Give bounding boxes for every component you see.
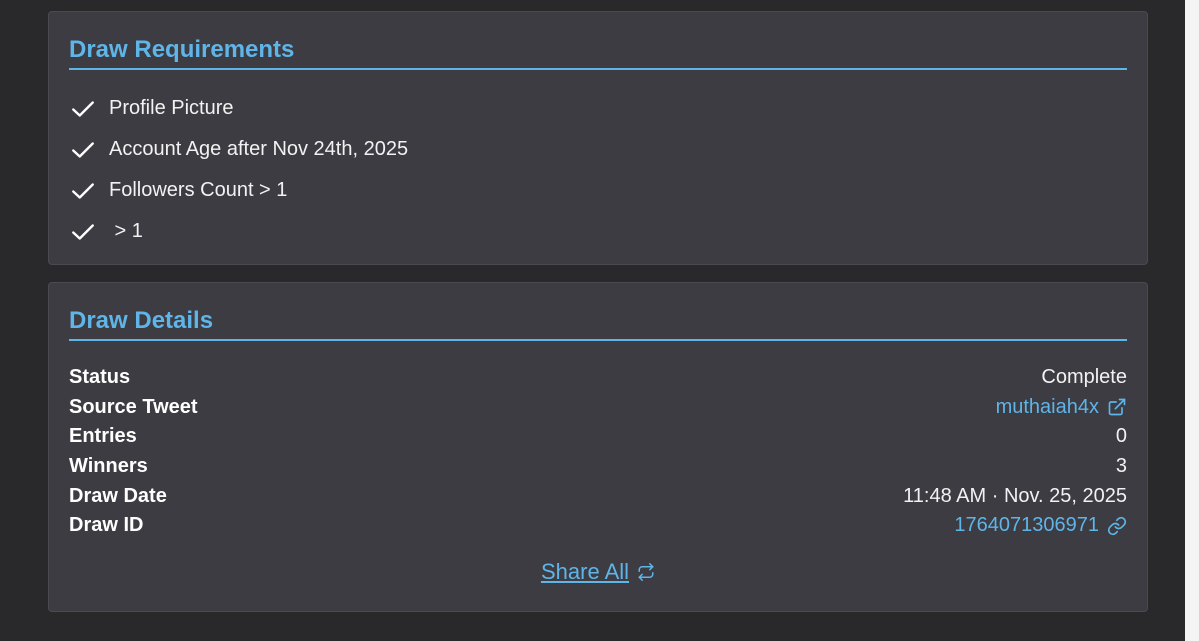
detail-row-winners: Winners 3 — [69, 452, 1127, 482]
source-tweet-text[interactable]: muthaiah4x — [996, 396, 1099, 419]
check-icon — [69, 95, 97, 123]
repeat-icon[interactable] — [637, 563, 655, 581]
check-icon — [69, 218, 97, 246]
requirements-divider — [69, 68, 1127, 70]
status-label: Status — [69, 366, 131, 389]
detail-row-draw-date: Draw Date 11:48 AM · Nov. 25, 2025 — [69, 481, 1127, 511]
check-icon — [69, 177, 97, 205]
draw-details-card: Draw Details Status Complete Source Twee… — [48, 282, 1148, 612]
winners-label: Winners — [69, 455, 148, 478]
link-icon[interactable] — [1107, 516, 1127, 536]
draw-id-label: Draw ID — [69, 514, 144, 537]
check-icon — [69, 136, 97, 164]
draw-id-text[interactable]: 1764071306971 — [954, 514, 1099, 537]
requirement-label: Followers Count > 1 — [109, 179, 288, 201]
page: Draw Requirements Profile Picture Accoun… — [0, 0, 1199, 641]
status-value: Complete — [1041, 366, 1127, 389]
entries-label: Entries — [69, 425, 137, 448]
detail-row-status: Status Complete — [69, 363, 1127, 393]
detail-row-entries: Entries 0 — [69, 422, 1127, 452]
requirement-item: Profile Picture — [69, 88, 408, 129]
draw-date-label: Draw Date — [69, 484, 167, 507]
draw-date-value: 11:48 AM · Nov. 25, 2025 — [903, 484, 1127, 507]
share-all-link[interactable]: Share All — [541, 559, 655, 585]
requirement-label: Account Age after Nov 24th, 2025 — [109, 138, 409, 160]
details-divider — [69, 339, 1127, 341]
window-edge — [1185, 0, 1199, 641]
external-link-icon[interactable] — [1107, 397, 1127, 417]
draw-requirements-card: Draw Requirements Profile Picture Accoun… — [48, 11, 1148, 265]
detail-row-draw-id: Draw ID 1764071306971 — [69, 511, 1127, 541]
requirements-title: Draw Requirements — [69, 36, 295, 63]
share-all-text[interactable]: Share All — [541, 559, 629, 585]
details-table: Status Complete Source Tweet muthaiah4x — [69, 363, 1127, 541]
source-tweet-label: Source Tweet — [69, 395, 198, 418]
detail-row-source-tweet: Source Tweet muthaiah4x — [69, 393, 1127, 423]
share-all-container: Share All — [49, 559, 1147, 585]
details-title: Draw Details — [69, 307, 214, 334]
requirement-item: Account Age after Nov 24th, 2025 — [69, 129, 408, 170]
requirements-list: Profile Picture Account Age after Nov 24… — [69, 88, 408, 252]
requirement-label: Profile Picture — [109, 97, 234, 119]
source-tweet-link[interactable]: muthaiah4x — [996, 396, 1127, 419]
draw-id-link[interactable]: 1764071306971 — [954, 514, 1127, 537]
requirement-item: Followers Count > 1 — [69, 170, 408, 211]
entries-value: 0 — [1115, 425, 1127, 448]
requirement-label: > 1 — [109, 220, 143, 242]
winners-value: 3 — [1115, 455, 1127, 478]
requirement-item: > 1 — [69, 211, 408, 252]
